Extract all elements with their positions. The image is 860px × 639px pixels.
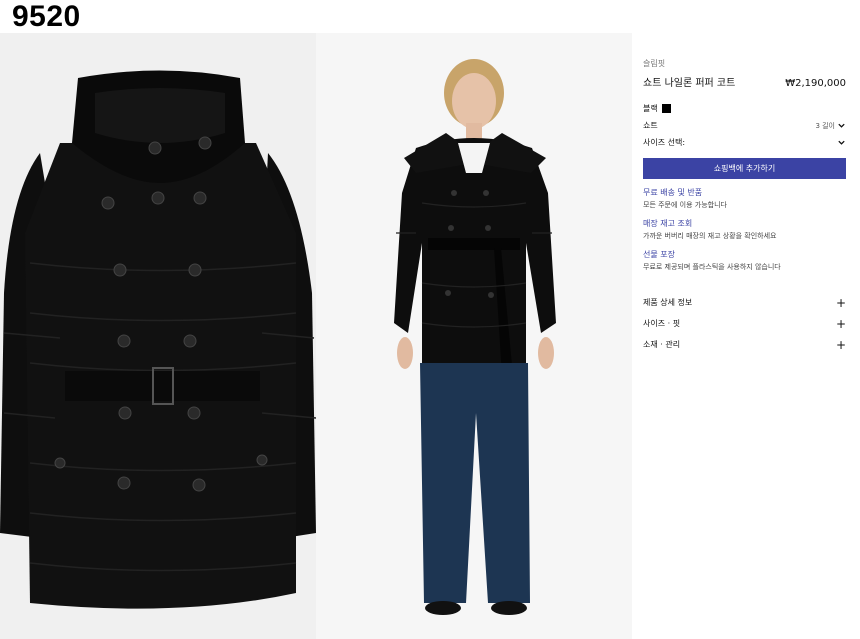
title-row: 쇼트 나일론 퍼퍼 코트 ₩2,190,000 <box>643 74 846 89</box>
color-label: 블랙 <box>643 104 658 113</box>
shipping-link[interactable]: 무료 배송 및 반품 <box>643 187 846 198</box>
product-price: ₩2,190,000 <box>785 78 846 89</box>
chevron-down-icon <box>838 123 845 128</box>
accordion-size-fit[interactable]: 사이즈 · 핏 + <box>643 313 846 334</box>
add-to-bag-button[interactable]: 쇼핑백에 추가하기 <box>643 158 846 179</box>
info-shipping: 무료 배송 및 반품 모든 주문에 이용 가능합니다 <box>643 187 846 210</box>
accordion-label: 제품 상세 정보 <box>643 298 693 307</box>
size-label: 사이즈 선택: <box>643 138 686 147</box>
plus-icon: + <box>835 295 846 310</box>
plus-icon: + <box>835 316 846 331</box>
product-image-flat[interactable] <box>0 33 316 639</box>
product-title: 쇼트 나일론 퍼퍼 코트 <box>643 78 736 89</box>
gift-wrap-link[interactable]: 선물 포장 <box>643 249 846 260</box>
gift-wrap-desc: 무료로 제공되며 플라스틱을 사용하지 않습니다 <box>643 263 781 271</box>
plus-icon: + <box>835 337 846 352</box>
product-category: 슬림핏 <box>643 59 666 68</box>
length-dropdown[interactable]: 쇼트 3 길이 <box>643 120 846 131</box>
color-selector[interactable]: 블랙 <box>643 103 846 114</box>
accordion-label: 소재 · 관리 <box>643 340 681 349</box>
size-dropdown[interactable]: 사이즈 선택: <box>643 137 846 148</box>
accordion-product-details[interactable]: 제품 상세 정보 + <box>643 292 846 313</box>
product-info-panel: 슬림핏 쇼트 나일론 퍼퍼 코트 ₩2,190,000 블랙 쇼트 3 길이 사… <box>643 58 846 355</box>
accordion-material-care[interactable]: 소재 · 관리 + <box>643 334 846 355</box>
shipping-desc: 모든 주문에 이용 가능합니다 <box>643 201 727 209</box>
info-gift: 선물 포장 무료로 제공되며 플라스틱을 사용하지 않습니다 <box>643 249 846 272</box>
product-image-model[interactable] <box>316 33 632 639</box>
store-stock-desc: 가까운 버버리 매장의 재고 상황을 확인하세요 <box>643 232 777 240</box>
info-stock: 매장 재고 조회 가까운 버버리 매장의 재고 상황을 확인하세요 <box>643 218 846 241</box>
length-label: 쇼트 <box>643 121 658 130</box>
accordion: 제품 상세 정보 + 사이즈 · 핏 + 소재 · 관리 + <box>643 292 846 355</box>
watermark-label: 9520 <box>12 0 81 33</box>
accordion-label: 사이즈 · 핏 <box>643 319 681 328</box>
length-value: 3 길이 <box>815 121 835 130</box>
coat-flat-illustration <box>0 33 316 639</box>
model-illustration <box>316 33 632 639</box>
chevron-down-icon <box>838 140 845 145</box>
color-swatch-black[interactable] <box>661 104 671 113</box>
store-stock-link[interactable]: 매장 재고 조회 <box>643 218 846 229</box>
